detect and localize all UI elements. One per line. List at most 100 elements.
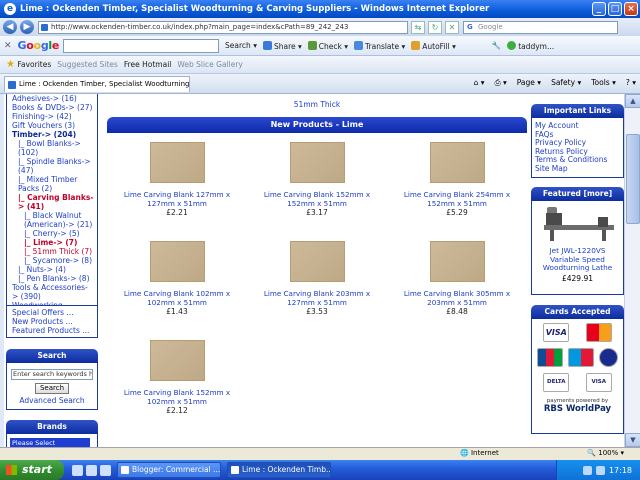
ie-icon: e — [4, 3, 16, 15]
category-link[interactable]: |_ Bowl Blanks-> (102) — [12, 139, 94, 157]
product-image[interactable] — [429, 142, 485, 183]
safety-menu[interactable]: Safety ▾ — [551, 78, 581, 88]
address-bar: ◀ ▶ http://www.ockenden-timber.co.uk/ind… — [0, 18, 640, 36]
product-image[interactable] — [149, 340, 205, 381]
close-toolbar-icon[interactable]: ✕ — [4, 41, 12, 51]
window-title: Lime : Ockenden Timber, Specialist Woodt… — [20, 4, 490, 14]
product-name[interactable]: Lime Carving Blank 152mm x 102mm x 51mm — [107, 388, 247, 406]
window-controls: _ □ × — [592, 2, 638, 16]
tools-menu[interactable]: Tools ▾ — [591, 78, 616, 88]
zoom-indicator[interactable]: 🔍 100% ▾ — [587, 449, 624, 457]
category-link[interactable]: Books & DVDs-> (27) — [12, 103, 94, 112]
product-name[interactable]: Lime Carving Blank 254mm x 152mm x 51mm — [387, 190, 527, 208]
product-name[interactable]: Lime Carving Blank 102mm x 102mm x 51mm — [107, 289, 247, 307]
tray-icon[interactable] — [595, 465, 605, 475]
product-price: £5.29 — [446, 208, 468, 217]
product-name[interactable]: Lime Carving Blank 152mm x 152mm x 51mm — [247, 190, 387, 208]
new-products-link[interactable]: New Products ... — [12, 317, 94, 326]
important-links-box: My Account FAQs Privacy Policy Returns Poli… — [531, 118, 624, 178]
category-link[interactable]: |_ Nuts-> (4) — [12, 265, 94, 274]
favorites-button[interactable]: ★ Favorites — [6, 59, 51, 70]
taskbar-item-blogger[interactable]: Blogger: Commercial ... — [117, 462, 221, 478]
refresh-icon[interactable]: ↻ — [428, 20, 442, 34]
quick-launch-icon[interactable] — [100, 464, 111, 476]
minimize-button[interactable]: _ — [592, 2, 606, 16]
product-name[interactable]: Lime Carving Blank 127mm x 127mm x 51mm — [107, 190, 247, 208]
product-price: £1.43 — [166, 307, 188, 316]
left-column: Adhesives-> (16) Books & DVDs-> (27) Finis… — [6, 94, 98, 447]
check-button[interactable]: Check ▾ — [307, 40, 348, 51]
google-search-input[interactable] — [63, 38, 220, 53]
category-link[interactable]: |_ Sycamore-> (8) — [12, 256, 94, 265]
wrench-icon[interactable]: 🔧 — [492, 41, 501, 50]
browser-search-input[interactable]: Google — [463, 20, 618, 34]
category-link[interactable]: |_ Carving Blanks-> (41) — [12, 193, 94, 211]
advanced-search-link[interactable]: Advanced Search — [10, 396, 94, 405]
scroll-down-icon[interactable]: ▼ — [625, 433, 640, 447]
url-field[interactable]: http://www.ockenden-timber.co.uk/index.p… — [38, 20, 408, 34]
quick-launch-icon[interactable] — [86, 464, 97, 476]
category-link[interactable]: |_ Cherry-> (5) — [12, 229, 94, 238]
scroll-thumb[interactable] — [626, 134, 640, 224]
featured-product-name[interactable]: Jet JWL-1220VS Variable Speed Woodturnin… — [535, 246, 620, 273]
product-name[interactable]: Lime Carving Blank 203mm x 127mm x 51mm — [247, 289, 387, 307]
product-image[interactable] — [289, 241, 345, 282]
featured-heading[interactable]: Featured [more] — [531, 187, 624, 201]
print-icon[interactable]: ⎙ ▾ — [495, 78, 507, 88]
product-image[interactable] — [149, 142, 205, 183]
category-link[interactable]: |_ Spindle Blanks-> (47) — [12, 157, 94, 175]
scroll-up-icon[interactable]: ▲ — [625, 94, 640, 108]
favorites-item[interactable]: Free Hotmail — [124, 60, 172, 69]
vertical-scrollbar[interactable]: ▲ ▼ — [624, 94, 640, 447]
quick-launch-icon[interactable] — [72, 464, 83, 476]
compatibility-icon[interactable]: ⇆ — [411, 20, 425, 34]
subcategory-link[interactable]: 51mm Thick — [107, 100, 527, 109]
close-button[interactable]: × — [624, 2, 638, 16]
important-link[interactable]: Site Map — [535, 164, 620, 174]
favorites-item[interactable]: Suggested Sites — [57, 60, 118, 69]
page-menu[interactable]: Page ▾ — [517, 78, 541, 88]
category-link[interactable]: Gift Vouchers (3) — [12, 121, 94, 130]
product-image[interactable] — [429, 241, 485, 282]
category-link[interactable]: Tools & Accessories-> (390) — [12, 283, 94, 301]
forward-button[interactable]: ▶ — [20, 20, 34, 34]
category-link[interactable]: |_ Mixed Timber Packs (2) — [12, 175, 94, 193]
browser-tab[interactable]: Lime : Ockenden Timber, Specialist Woodt… — [4, 75, 190, 92]
start-button[interactable]: start — [0, 460, 64, 480]
brands-select[interactable]: Please Select — [10, 438, 90, 447]
stop-icon[interactable]: ✕ — [445, 20, 459, 34]
category-link[interactable]: |_ Lime-> (7) — [12, 238, 94, 247]
category-link[interactable]: |_ 51mm Thick (7) — [12, 247, 94, 256]
autofill-button[interactable]: AutoFill ▾ — [411, 40, 456, 51]
tray-icon[interactable] — [582, 465, 592, 475]
category-link[interactable]: Timber-> (204) — [12, 130, 94, 139]
product-name[interactable]: Lime Carving Blank 305mm x 203mm x 51mm — [387, 289, 527, 307]
home-icon[interactable]: ⌂ ▾ — [474, 78, 485, 88]
category-link[interactable]: Adhesives-> (16) — [12, 94, 94, 103]
product-card: Lime Carving Blank 152mm x 102mm x 51mm £… — [107, 340, 247, 437]
google-toolbar: ✕ Google Search ▾ Share ▾ Check ▾ Transl… — [0, 36, 640, 56]
search-input[interactable]: Enter search keywords he — [11, 369, 93, 380]
lathe-image[interactable] — [540, 205, 616, 241]
system-tray: 17:18 — [556, 460, 640, 480]
product-card: Lime Carving Blank 203mm x 127mm x 51mm £… — [247, 241, 387, 338]
zone-indicator: 🌐 Internet — [460, 449, 499, 457]
featured-products-link[interactable]: Featured Products ... — [12, 326, 94, 335]
category-link[interactable]: |_ Black Walnut (American)-> (21) — [12, 211, 94, 229]
maximize-button[interactable]: □ — [608, 2, 622, 16]
search-button[interactable]: Search — [34, 383, 70, 394]
share-button[interactable]: Share ▾ — [262, 40, 302, 51]
user-button[interactable]: taddym... — [507, 40, 554, 51]
favorites-bar: ★ Favorites Suggested Sites Free Hotmail… — [0, 56, 640, 74]
product-image[interactable] — [289, 142, 345, 183]
translate-button[interactable]: Translate ▾ — [354, 40, 405, 51]
product-image[interactable] — [149, 241, 205, 282]
special-offers-link[interactable]: Special Offers ... — [12, 308, 94, 317]
favorites-item[interactable]: Web Slice Gallery — [177, 60, 243, 69]
help-icon[interactable]: ? ▾ — [626, 78, 636, 88]
taskbar-item-lime[interactable]: Lime : Ockenden Timb... — [227, 462, 331, 478]
category-link[interactable]: |_ Pen Blanks-> (8) — [12, 274, 94, 283]
google-search-button[interactable]: Search ▾ — [225, 41, 257, 50]
back-button[interactable]: ◀ — [3, 20, 17, 34]
category-link[interactable]: Finishing-> (42) — [12, 112, 94, 121]
